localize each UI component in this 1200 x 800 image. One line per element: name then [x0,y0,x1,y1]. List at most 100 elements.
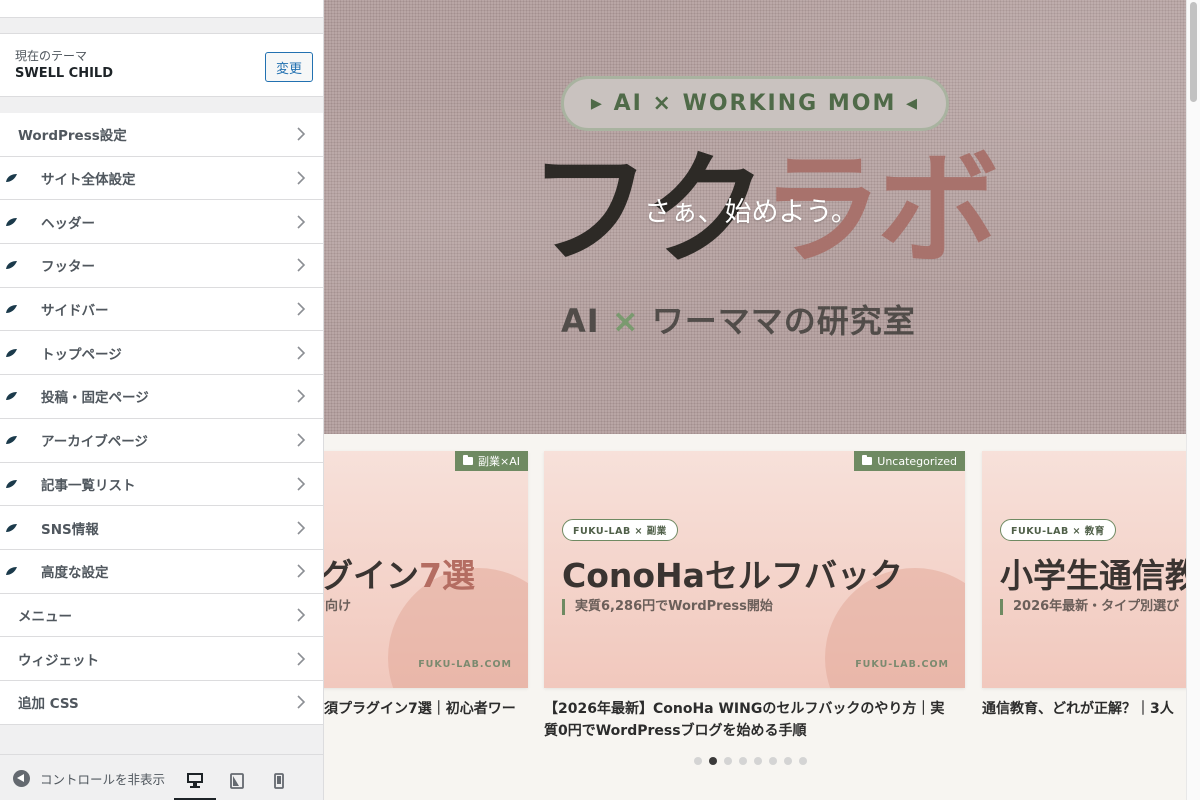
preview-scrollbar[interactable] [1186,0,1200,800]
customizer-sidebar: 現在のテーマ SWELL CHILD 変更 WordPress設定 サイト全体設… [0,0,324,800]
chevron-right-icon [297,695,306,709]
card-thumb-title: 小学生通信教 [1000,556,1186,595]
menu-item-label: トップページ [41,346,122,363]
menu-item-post-list[interactable]: 記事一覧リスト [0,462,323,507]
slider-dot[interactable] [769,757,777,765]
card-title-main: グイン [324,556,419,595]
slider-dot[interactable] [724,757,732,765]
menu-item-additional-css[interactable]: 追加 CSS [0,680,323,725]
swell-leaf-icon [6,348,17,357]
card-title-num: 7選 [419,556,475,595]
menu-item-widgets[interactable]: ウィジェット [0,637,323,681]
hero-subtitle: AI × ワーママの研究室 [561,296,916,342]
subtitle-cross: × [611,302,640,340]
post-card-1[interactable]: 副業×AI グイン7選 ア向け FUKU-LAB.COM [324,451,528,688]
slider-dot[interactable] [799,757,807,765]
hide-controls-button[interactable]: コントロールを非表示 [13,769,165,788]
hero-tagline: さぁ、始めよう。 [644,197,858,228]
chevron-right-icon [297,433,306,447]
preview-mobile-button[interactable] [258,761,300,800]
swell-leaf-icon [6,174,17,183]
slider-dot-active[interactable] [709,757,717,765]
chevron-right-icon [297,258,306,272]
scrollbar-thumb[interactable] [1190,2,1197,102]
collapse-arrow-icon [13,770,30,787]
category-badge: 副業×AI [455,451,528,471]
swell-leaf-icon [6,436,17,445]
slider-dot[interactable] [784,757,792,765]
post-title-1[interactable]: 須プラグイン7選｜初心者ワー [324,698,534,720]
slider-dot[interactable] [694,757,702,765]
menu-item-label: SNS情報 [41,521,99,538]
card-thumb-subtitle: 2026年最新・タイプ別選び [1000,599,1179,615]
category-label: 副業×AI [478,455,520,468]
chevron-right-icon [297,127,306,141]
chevron-right-icon [297,477,306,491]
preview-desktop-button[interactable] [174,761,216,800]
sidebar-footer: コントロールを非表示 [0,754,323,800]
sidebar-top-bar [0,0,323,18]
chevron-right-icon [297,215,306,229]
slider-pagination [694,757,807,765]
hide-controls-label: コントロールを非表示 [40,772,166,787]
current-theme-panel: 現在のテーマ SWELL CHILD 変更 [0,33,323,97]
menu-item-label: 高度な設定 [41,565,109,582]
preview-tablet-button[interactable] [216,761,258,800]
menu-item-top-page[interactable]: トップページ [0,331,323,376]
post-title-line-2: 質0円でWordPressブログを始める手順 [544,723,807,739]
menu-item-footer[interactable]: フッター [0,244,323,288]
current-theme-label: 現在のテーマ [15,49,88,63]
category-label: Uncategorized [877,454,957,468]
chevron-right-icon [297,652,306,666]
swell-leaf-icon [6,479,17,488]
desktop-icon [187,772,203,788]
post-card-3[interactable]: FUKU-LAB × 教育 小学生通信教 2026年最新・タイプ別選び [982,451,1186,688]
chevron-right-icon [297,389,306,404]
card-thumb-title: グイン7選 [324,549,475,597]
slider-dot[interactable] [754,757,762,765]
hero-section: ▸ AI × WORKING MOM ◂ フクラボ さぁ、始めよう。 AI × … [324,0,1186,434]
swell-leaf-icon [6,261,17,270]
chevron-right-icon [297,346,306,360]
menu-item-wordpress-settings[interactable]: WordPress設定 [0,113,323,157]
menu-item-advanced-settings[interactable]: 高度な設定 [0,549,323,594]
menu-item-menus[interactable]: メニュー [0,593,323,638]
menu-item-sidebar[interactable]: サイドバー [0,287,323,332]
post-title-2[interactable]: 【2026年最新】ConoHa WINGのセルフバックのやり方｜実 質0円でWo… [544,698,964,742]
subtitle-part-b: ワーママの研究室 [651,302,916,340]
hero-pill-badge: ▸ AI × WORKING MOM ◂ [561,76,949,131]
post-title-3[interactable]: 通信教育、どれが正解？｜3人 [982,698,1186,720]
card-brand: FUKU-LAB.COM [418,659,512,670]
card-brand: FUKU-LAB.COM [855,659,949,670]
swell-leaf-icon [6,305,17,314]
slider-dot[interactable] [739,757,747,765]
card-thumb-subtitle: ア向け [324,599,352,614]
folder-icon [463,455,473,465]
hero-pill-text: ▸ AI × WORKING MOM ◂ [590,91,920,116]
chevron-right-icon [297,608,306,622]
card-thumb-subtitle: 実質6,286円でWordPress開始 [562,599,773,615]
menu-item-label: アーカイブページ [41,434,148,451]
menu-item-label: 追加 CSS [18,696,79,713]
swell-leaf-icon [6,523,17,532]
change-theme-button[interactable]: 変更 [265,52,313,82]
swell-leaf-icon [6,217,17,226]
subtitle-part-a: AI [561,302,600,340]
category-badge: Uncategorized [854,451,965,471]
card-tag: FUKU-LAB × 教育 [1000,519,1116,541]
post-card-2[interactable]: Uncategorized FUKU-LAB × 副業 ConoHaセルフバック… [544,451,965,688]
menu-item-archive-page[interactable]: アーカイブページ [0,418,323,463]
menu-item-header[interactable]: ヘッダー [0,200,323,245]
menu-item-label: ウィジェット [18,652,99,669]
chevron-right-icon [297,520,306,535]
menu-item-site-settings[interactable]: サイト全体設定 [0,156,323,201]
menu-item-label: WordPress設定 [18,128,127,145]
menu-item-label: メニュー [18,608,72,625]
site-preview: ▸ AI × WORKING MOM ◂ フクラボ さぁ、始めよう。 AI × … [324,0,1186,800]
menu-item-posts-pages[interactable]: 投稿・固定ページ [0,375,323,419]
mobile-icon [274,773,284,789]
menu-item-label: フッター [41,259,95,276]
card-thumb-title: ConoHaセルフバック [562,556,903,595]
menu-item-sns-info[interactable]: SNS情報 [0,506,323,550]
menu-item-label: 投稿・固定ページ [41,390,149,407]
